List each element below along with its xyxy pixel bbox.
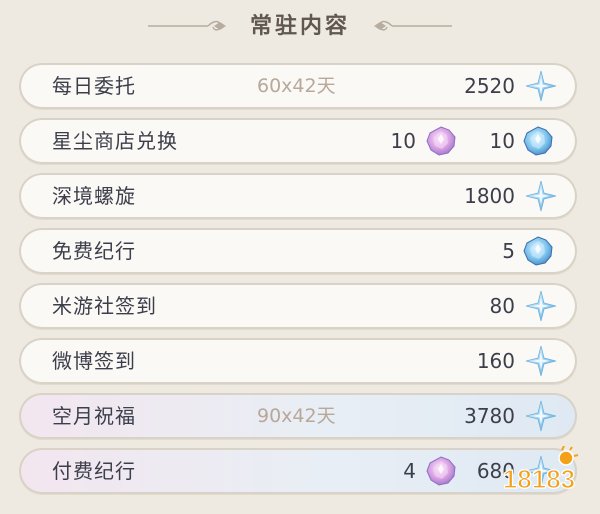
item-name: 米游社签到 xyxy=(52,294,157,318)
site-logo-icon: 18183 xyxy=(502,446,579,495)
list-item: 星尘商店兑换 10 10 xyxy=(19,118,577,164)
pink-fate-icon xyxy=(425,125,457,157)
blue-fate-icon xyxy=(522,125,554,157)
item-amount: 1800 xyxy=(464,184,515,208)
item-name: 星尘商店兑换 xyxy=(52,129,178,153)
primogem-icon xyxy=(525,180,557,212)
item-days: 60x42天 xyxy=(257,75,336,97)
list-item: 深境螺旋 1800 xyxy=(19,173,577,219)
primogem-icon xyxy=(525,290,557,322)
item-name: 空月祝福 xyxy=(52,404,136,428)
watermark-text: 18183 xyxy=(503,464,575,494)
item-name: 付费纪行 xyxy=(52,459,136,483)
right-ornament-icon xyxy=(374,20,452,31)
item-amount: 160 xyxy=(476,349,515,373)
list-item: 米游社签到 80 xyxy=(19,283,577,329)
section-header: 常驻内容 xyxy=(0,0,600,52)
list-item: 每日委托 60x42天 2520 xyxy=(19,63,577,109)
primogem-icon xyxy=(525,400,557,432)
item-amount-left: 4 xyxy=(403,459,416,483)
blue-fate-icon xyxy=(522,235,554,267)
list-item: 免费纪行 5 xyxy=(19,228,577,274)
item-name: 微博签到 xyxy=(52,349,136,373)
list-item: 微博签到 160 xyxy=(19,338,577,384)
item-days: 90x42天 xyxy=(257,405,336,427)
item-amount-left: 10 xyxy=(390,129,416,153)
list-item: 空月祝福 90x42天 3780 xyxy=(19,393,577,439)
item-amount: 80 xyxy=(489,294,515,318)
item-name: 每日委托 xyxy=(52,74,136,98)
primogem-icon xyxy=(525,70,557,102)
pink-fate-icon xyxy=(425,455,457,487)
item-amount: 2520 xyxy=(464,74,515,98)
primogem-icon xyxy=(525,345,557,377)
item-name: 深境螺旋 xyxy=(52,184,136,208)
item-amount: 5 xyxy=(502,239,515,263)
item-name: 免费纪行 xyxy=(52,239,136,263)
page-title: 常驻内容 xyxy=(249,14,350,39)
item-amount: 10 xyxy=(489,129,515,153)
item-amount: 3780 xyxy=(464,404,515,428)
